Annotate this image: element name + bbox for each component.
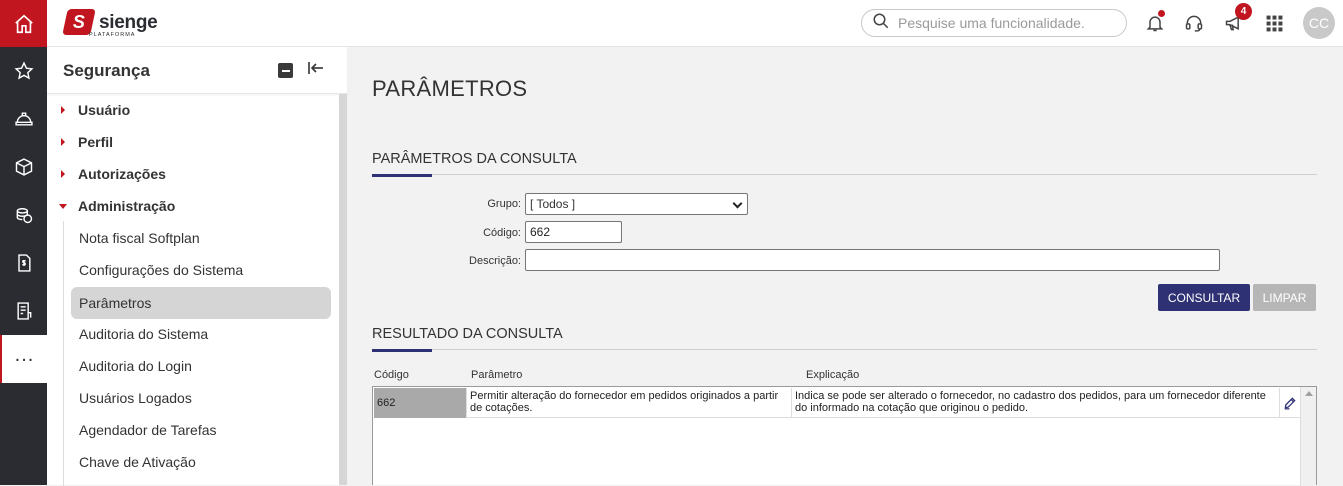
grupo-select[interactable]: [ Todos ] <box>525 193 748 215</box>
sidebar-item-auditoria-do-sistema[interactable]: Auditoria do Sistema <box>71 318 331 350</box>
coins-icon[interactable] <box>0 199 47 231</box>
cell-explicacao: Indica se pode ser alterado o fornecedor… <box>792 388 1280 418</box>
avatar[interactable]: CC <box>1303 7 1335 39</box>
logo[interactable]: S sienge PLATAFORMA <box>62 9 158 37</box>
submenu-guide-line <box>63 221 64 486</box>
caret-right-icon <box>61 106 65 114</box>
bell-icon[interactable] <box>1142 10 1168 36</box>
sidebar-group-label: Usuário <box>78 102 131 118</box>
sidebar-item-parametros[interactable]: Parâmetros <box>71 287 331 319</box>
sidebar-title: Segurança <box>63 61 150 80</box>
codigo-label: Código: <box>483 227 521 239</box>
sidebar-group-label: Perfil <box>78 134 114 150</box>
query-section-title: PARÂMETROS DA CONSULTA <box>372 151 577 167</box>
sidebar-item-label: Chave de Ativação <box>79 454 196 470</box>
grupo-label: Grupo: <box>487 198 521 210</box>
results-table-header: Código Parâmetro Explicação <box>372 369 1317 386</box>
consultar-button[interactable]: CONSULTAR <box>1158 284 1250 311</box>
notification-dot <box>1158 10 1165 17</box>
headset-icon[interactable] <box>1181 10 1207 36</box>
caret-right-icon <box>61 138 65 146</box>
section-accent <box>372 349 432 352</box>
edit-pencil-icon[interactable] <box>1280 388 1300 418</box>
document-dollar-icon[interactable] <box>0 247 47 279</box>
brand-name: sienge <box>99 11 158 33</box>
sidebar-item-configuracoes-do-sistema[interactable]: Configurações do Sistema <box>71 254 331 286</box>
notification-badge: 4 <box>1235 3 1252 20</box>
caret-down-icon <box>59 204 67 209</box>
sidebar-group-autorizacoes[interactable]: Autorizações <box>47 158 339 190</box>
section-divider <box>372 349 1317 350</box>
sidebar-item-label: Auditoria do Sistema <box>79 326 209 342</box>
descricao-input[interactable] <box>525 249 1220 271</box>
sidebar-item-agendador-de-tarefas[interactable]: Agendador de Tarefas <box>71 414 331 446</box>
search-input[interactable] <box>898 15 1118 31</box>
box-icon[interactable] <box>0 151 47 183</box>
page-title: PARÂMETROS <box>372 76 528 101</box>
collapse-all-icon[interactable] <box>278 63 293 78</box>
search-box[interactable] <box>861 9 1127 37</box>
result-section-title: RESULTADO DA CONSULTA <box>372 326 563 342</box>
sidebar-item-label: Parâmetros <box>79 295 152 311</box>
results-table: 662 Permitir alteração do fornecedor em … <box>372 386 1317 486</box>
apps-grid-icon[interactable] <box>1261 10 1287 36</box>
sidebar-item-chave-de-ativacao[interactable]: Chave de Ativação <box>71 446 331 478</box>
sidebar-group-perfil[interactable]: Perfil <box>47 126 339 158</box>
sidebar-item-label: Configurações do Sistema <box>79 262 244 278</box>
search-icon <box>872 12 890 35</box>
hide-sidebar-icon[interactable] <box>307 61 325 79</box>
megaphone-icon[interactable]: 4 <box>1221 3 1252 36</box>
sidebar-group-usuario[interactable]: Usuário <box>47 94 339 126</box>
sidebar-item-label: Usuários Logados <box>79 390 192 406</box>
grupo-selected-value: [ Todos ] <box>530 197 576 211</box>
scroll-up-icon[interactable] <box>1305 391 1313 396</box>
sidebar-item-auditoria-do-login[interactable]: Auditoria do Login <box>71 350 331 382</box>
sidebar-item-usuarios-logados[interactable]: Usuários Logados <box>71 382 331 414</box>
sidebar-scrollbar[interactable] <box>339 94 347 485</box>
codigo-input[interactable] <box>525 221 622 243</box>
top-bar: S sienge PLATAFORMA 4 CC <box>47 0 1343 47</box>
caret-right-icon <box>61 170 65 178</box>
sidebar-group-label: Autorizações <box>78 166 166 182</box>
limpar-button[interactable]: LIMPAR <box>1253 284 1316 311</box>
cell-parametro: Permitir alteração do fornecedor em pedi… <box>467 388 792 418</box>
more-label: ... <box>14 344 35 366</box>
home-icon[interactable] <box>0 0 47 47</box>
column-header-codigo[interactable]: Código <box>374 369 409 381</box>
table-row[interactable]: 662 Permitir alteração do fornecedor em … <box>374 388 1300 418</box>
column-header-parametro[interactable]: Parâmetro <box>471 369 522 381</box>
column-header-explicacao[interactable]: Explicação <box>806 369 859 381</box>
descricao-label: Descrição: <box>469 255 521 267</box>
section-divider <box>372 174 1317 175</box>
sidebar-group-administracao[interactable]: Administração <box>47 190 339 222</box>
sidebar-item-label: Agendador de Tarefas <box>79 422 217 438</box>
section-accent <box>372 174 432 177</box>
icon-rail: ... <box>0 0 47 485</box>
sidebar-item-label: Auditoria do Login <box>79 358 192 374</box>
sidebar-item-nota-fiscal-softplan[interactable]: Nota fiscal Softplan <box>71 222 331 254</box>
cell-codigo: 662 <box>374 388 467 418</box>
sidebar-header: Segurança <box>47 47 347 94</box>
star-icon[interactable] <box>0 55 47 87</box>
table-scrollbar[interactable] <box>1300 387 1316 486</box>
sidebar-group-label: Administração <box>78 198 176 214</box>
helmet-icon[interactable] <box>0 103 47 135</box>
receipt-icon[interactable] <box>0 295 47 327</box>
more-icon[interactable]: ... <box>0 335 47 383</box>
sidebar-item-label: Nota fiscal Softplan <box>79 230 200 246</box>
main-content: PARÂMETROS PARÂMETROS DA CONSULTA Grupo:… <box>347 47 1343 486</box>
chevron-down-icon <box>732 198 743 209</box>
sidebar-panel: Segurança Usuário Perfil Autorizações Ad… <box>47 47 347 486</box>
